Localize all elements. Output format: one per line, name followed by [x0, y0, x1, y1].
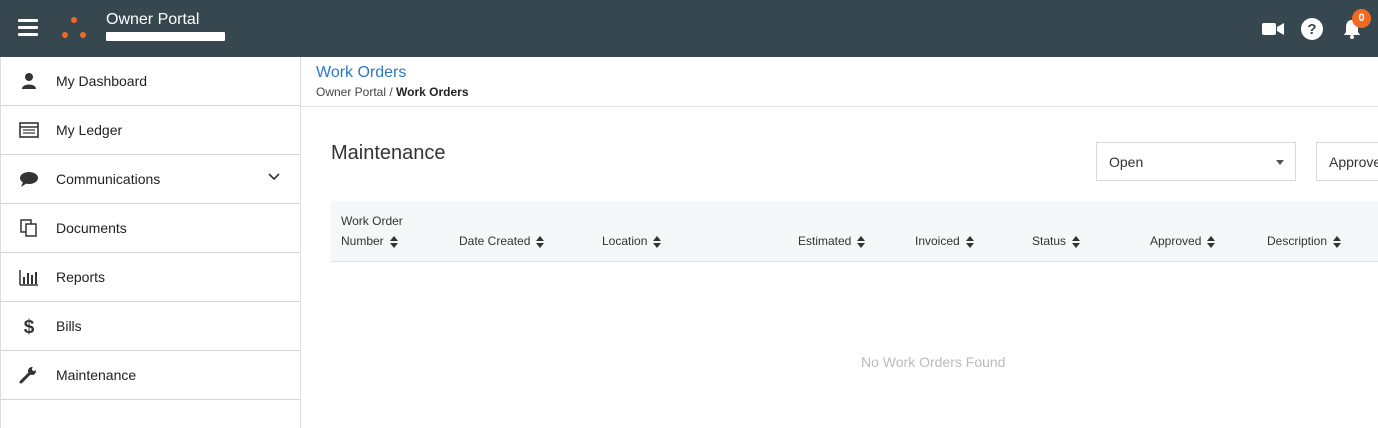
approval-filter-select[interactable]: Approve — [1316, 142, 1378, 181]
sidebar-item-maintenance[interactable]: Maintenance — [1, 351, 300, 400]
sidebar-item-reports[interactable]: Reports — [1, 253, 300, 302]
page-header: Work Orders Owner Portal / Work Orders — [301, 57, 1378, 107]
status-filter-value: Open — [1109, 154, 1144, 170]
user-icon — [19, 72, 39, 90]
sort-icon[interactable] — [653, 235, 662, 248]
documents-icon — [19, 219, 39, 237]
status-filter-select[interactable]: Open — [1096, 142, 1296, 181]
svg-text:?: ? — [1307, 21, 1316, 38]
sidebar-item-my-ledger[interactable]: My Ledger — [1, 106, 300, 155]
section-title: Maintenance — [331, 142, 446, 164]
sidebar-item-label: Reports — [56, 269, 106, 285]
top-bar: Owner Portal ? 0 — [0, 0, 1378, 57]
sort-icon[interactable] — [1333, 235, 1342, 248]
wrench-icon — [19, 366, 39, 384]
column-header-number[interactable]: Number — [341, 234, 398, 248]
dollar-icon: $ — [19, 317, 39, 338]
chevron-down-icon[interactable] — [267, 170, 281, 184]
sort-icon[interactable] — [1207, 235, 1216, 248]
column-header-work-order: Work Order — [341, 214, 403, 228]
sidebar-item-communications[interactable]: Communications — [1, 155, 300, 204]
approval-filter-value: Approve — [1329, 154, 1378, 170]
breadcrumb-separator: / — [386, 85, 397, 99]
empty-state-message: No Work Orders Found — [861, 354, 1006, 370]
column-header-location[interactable]: Location — [602, 234, 662, 248]
account-name-redacted — [106, 32, 225, 41]
sort-icon[interactable] — [536, 235, 545, 248]
ledger-icon — [19, 121, 39, 139]
sidebar-item-bills[interactable]: $ Bills — [1, 302, 300, 351]
sidebar-item-label: Bills — [56, 318, 82, 334]
sidebar-item-documents[interactable]: Documents — [1, 204, 300, 253]
caret-down-icon — [1276, 160, 1284, 165]
reports-icon — [19, 268, 39, 286]
chat-icon — [19, 170, 39, 188]
sidebar-item-label: My Dashboard — [56, 73, 148, 89]
video-icon[interactable] — [1261, 17, 1285, 41]
breadcrumb-root[interactable]: Owner Portal — [316, 85, 386, 99]
sidebar: My Dashboard My Ledger Communications Do… — [0, 57, 301, 428]
svg-text:$: $ — [24, 317, 35, 335]
column-header-status[interactable]: Status — [1032, 234, 1081, 248]
sidebar-item-label: My Ledger — [56, 122, 123, 138]
column-header-description[interactable]: Description — [1267, 234, 1342, 248]
main-content: Work Orders Owner Portal / Work Orders M… — [301, 57, 1378, 428]
notification-count-badge: 0 — [1352, 9, 1371, 28]
column-header-date-created[interactable]: Date Created — [459, 234, 545, 248]
sort-icon[interactable] — [857, 235, 866, 248]
breadcrumb: Owner Portal / Work Orders — [316, 85, 469, 99]
sort-icon[interactable] — [965, 235, 974, 248]
sidebar-item-my-dashboard[interactable]: My Dashboard — [1, 57, 300, 106]
column-header-invoiced[interactable]: Invoiced — [915, 234, 974, 248]
app-title: Owner Portal — [106, 11, 200, 28]
page-title: Work Orders — [316, 64, 407, 81]
logo-icon — [60, 15, 88, 41]
breadcrumb-current: Work Orders — [396, 85, 469, 99]
sidebar-item-label: Communications — [56, 171, 161, 187]
sort-icon[interactable] — [389, 235, 398, 248]
sort-icon[interactable] — [1072, 235, 1081, 248]
column-header-estimated[interactable]: Estimated — [798, 234, 866, 248]
column-header-approved[interactable]: Approved — [1150, 234, 1216, 248]
sidebar-item-label: Maintenance — [56, 367, 137, 383]
sidebar-item-label: Documents — [56, 220, 127, 236]
help-icon[interactable]: ? — [1300, 17, 1324, 41]
menu-icon[interactable] — [18, 19, 38, 37]
table-header: Work Order Number Date Created Location … — [331, 201, 1378, 262]
